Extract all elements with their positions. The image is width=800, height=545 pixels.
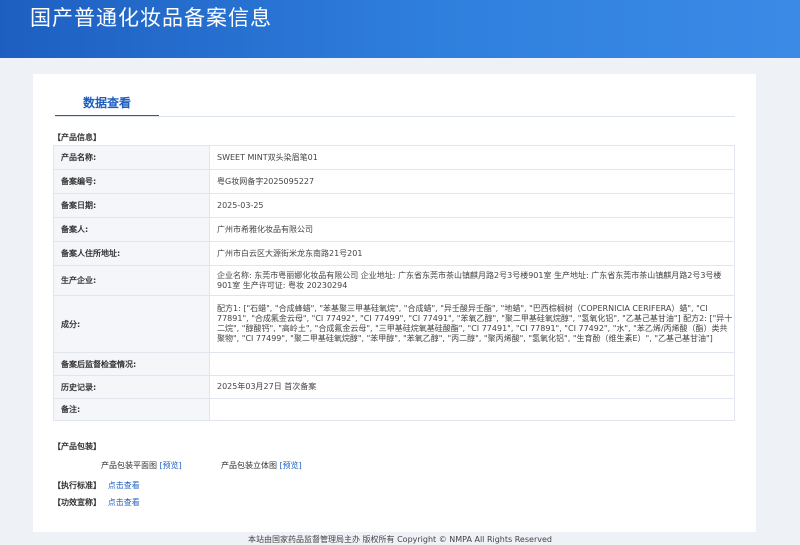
tab-data-view[interactable]: 数据查看 <box>55 91 159 117</box>
table-row: 备注: <box>53 398 735 421</box>
header-banner: 国产普通化妆品备案信息 <box>0 0 800 58</box>
preview-solid-link[interactable]: [预览] <box>280 461 302 470</box>
row-label: 成分: <box>53 295 210 353</box>
table-row: 备案编号: 粤G妆网备字2025095227 <box>53 169 735 194</box>
row-label: 备案编号: <box>53 169 210 194</box>
row-label: 备案人住所地址: <box>53 241 210 266</box>
row-value: SWEET MINT双头染眉笔01 <box>209 145 735 170</box>
row-label: 备注: <box>53 398 210 421</box>
row-label: 产品名称: <box>53 145 210 170</box>
row-value: 配方1: ["石蜡", "合成蜂蜡", "苯基聚三甲基硅氧烷", "合成蜡", … <box>209 295 735 353</box>
row-label: 备案人: <box>53 217 210 242</box>
preview-flat-link[interactable]: [预览] <box>160 461 182 470</box>
packaging-solid-label: 产品包装立体图 <box>221 461 277 470</box>
packaging-solid: 产品包装立体图 [预览] <box>221 460 302 471</box>
table-row: 成分: 配方1: ["石蜡", "合成蜂蜡", "苯基聚三甲基硅氧烷", "合成… <box>53 295 735 353</box>
footer-copyright: 本站由国家药品监督管理局主办 版权所有 Copyright © NMPA All… <box>248 535 552 544</box>
packaging-flat-label: 产品包装平面图 <box>101 461 157 470</box>
row-value <box>209 398 735 421</box>
section-packaging: 【产品包装】 <box>53 442 101 451</box>
packaging-flat: 产品包装平面图 [预览] <box>101 460 182 471</box>
table-row: 备案人: 广州市希雅化妆品有限公司 <box>53 217 735 242</box>
row-label: 备案后监督检查情况: <box>53 352 210 376</box>
table-row: 产品名称: SWEET MINT双头染眉笔01 <box>53 145 735 170</box>
row-value: 2025-03-25 <box>209 193 735 218</box>
tab-label: 数据查看 <box>82 96 131 110</box>
row-value: 2025年03月27日 首次备案 <box>209 375 735 399</box>
section-standard: 【执行标准】 点击查看 <box>53 480 140 491</box>
row-value: 粤G妆网备字2025095227 <box>209 169 735 194</box>
row-value: 广州市希雅化妆品有限公司 <box>209 217 735 242</box>
table-row: 生产企业: 企业名称: 东莞市粤丽娜化妆品有限公司 企业地址: 广东省东莞市茶山… <box>53 265 735 296</box>
table-row: 历史记录: 2025年03月27日 首次备案 <box>53 375 735 399</box>
row-value <box>209 352 735 376</box>
section-efficacy: 【功效宣称】 点击查看 <box>53 497 140 508</box>
page-title: 国产普通化妆品备案信息 <box>30 6 272 30</box>
row-value: 广州市白云区大源街米龙东南路21号201 <box>209 241 735 266</box>
section-product-info: 【产品信息】 <box>53 133 101 142</box>
product-info-table: 产品名称: SWEET MINT双头染眉笔01 备案编号: 粤G妆网备字2025… <box>53 145 735 421</box>
table-row: 备案日期: 2025-03-25 <box>53 193 735 218</box>
row-label: 备案日期: <box>53 193 210 218</box>
row-label: 历史记录: <box>53 375 210 399</box>
efficacy-view-link[interactable]: 点击查看 <box>108 498 140 507</box>
table-row: 备案后监督检查情况: <box>53 352 735 376</box>
row-value: 企业名称: 东莞市粤丽娜化妆品有限公司 企业地址: 广东省东莞市茶山镇麒月路2号… <box>209 265 735 296</box>
tab-divider <box>55 116 735 117</box>
standard-view-link[interactable]: 点击查看 <box>108 481 140 490</box>
efficacy-label: 【功效宣称】 <box>53 498 101 507</box>
row-label: 生产企业: <box>53 265 210 296</box>
content-card: 数据查看 【产品信息】 产品名称: SWEET MINT双头染眉笔01 备案编号… <box>33 74 756 532</box>
standard-label: 【执行标准】 <box>53 481 101 490</box>
table-row: 备案人住所地址: 广州市白云区大源街米龙东南路21号201 <box>53 241 735 266</box>
